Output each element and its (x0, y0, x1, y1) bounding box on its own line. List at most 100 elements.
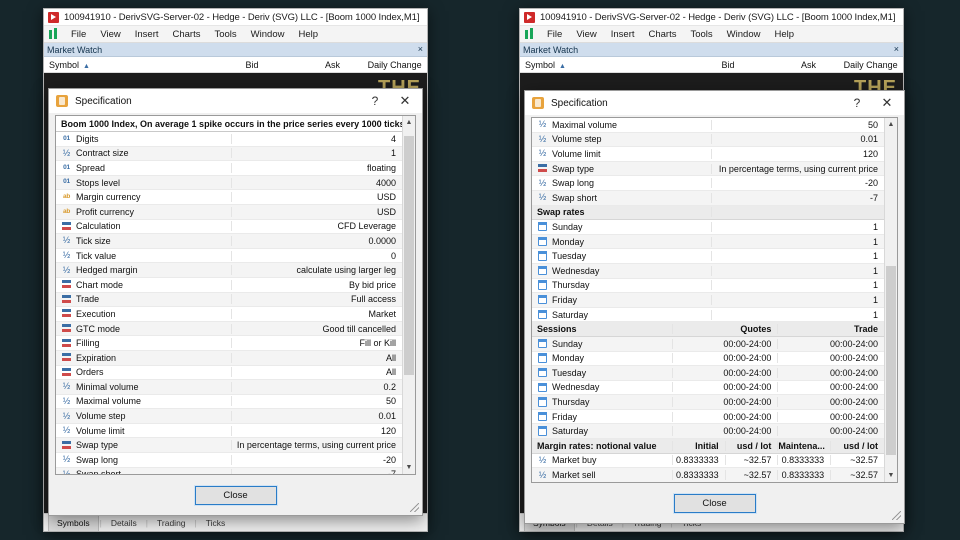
specification-row[interactable]: ½ Volume limit 120 (56, 424, 402, 439)
specification-row[interactable]: Filling Fill or Kill (56, 336, 402, 351)
specification-row[interactable]: Execution Market (56, 307, 402, 322)
property-name: Volume limit (76, 425, 125, 436)
menu-item-view[interactable]: View (569, 28, 603, 41)
specification-row[interactable]: Calculation CFD Leverage (56, 220, 402, 235)
specification-row[interactable]: Monday 1 (532, 234, 884, 250)
resize-grip[interactable] (892, 511, 901, 520)
specification-row[interactable]: ½ Swap long -20 (56, 453, 402, 468)
menu-item-window[interactable]: Window (244, 28, 292, 41)
close-dialog-button[interactable]: Close (672, 492, 757, 514)
specification-row[interactable]: 01 Digits 4 (56, 132, 402, 147)
specification-row[interactable]: ½ Tick value 0 (56, 249, 402, 264)
specification-row[interactable]: GTC mode Good till cancelled (56, 321, 402, 337)
scroll-down-icon[interactable]: ▼ (403, 461, 415, 474)
menu-item-tools[interactable]: Tools (207, 28, 243, 41)
scroll-down-icon[interactable]: ▼ (885, 469, 897, 482)
property-name-cell: Monday (532, 236, 712, 247)
column-header-bid[interactable]: Bid (182, 60, 264, 70)
tab-ticks[interactable]: Ticks (198, 516, 234, 531)
menu-item-view[interactable]: View (93, 28, 127, 41)
specification-row[interactable]: Friday 1 (532, 293, 884, 308)
tab-symbols[interactable]: Symbols (48, 515, 99, 531)
menu-item-insert[interactable]: Insert (128, 28, 166, 41)
column-header-daily-change[interactable]: Daily Change (821, 60, 903, 70)
column-header-symbol[interactable]: Symbol ▲ (44, 60, 182, 70)
menu-item-window[interactable]: Window (720, 28, 768, 41)
section-header-row: Swap rates (532, 205, 884, 221)
specification-row[interactable]: Sunday 1 (532, 220, 884, 235)
tab-details[interactable]: Details (103, 516, 145, 531)
specification-row[interactable]: ½ Market buy 0.8333333 ~32.57 0.8333333 ~32.5… (532, 454, 884, 469)
specification-grid[interactable]: Boom 1000 Index, On average 1 spike occu… (56, 116, 402, 474)
menu-item-file[interactable]: File (64, 28, 93, 41)
section-column-header: usd / lot (726, 440, 779, 451)
specification-row[interactable]: Sunday 00:00-24:00 00:00-24:00 (532, 336, 884, 352)
specification-row[interactable]: Thursday 1 (532, 279, 884, 294)
specification-row[interactable]: Monday 00:00-24:00 00:00-24:00 (532, 352, 884, 367)
menu-item-charts[interactable]: Charts (166, 28, 208, 41)
help-button[interactable]: ? (842, 92, 872, 114)
close-button[interactable]: ✕ (872, 92, 902, 114)
specification-row[interactable]: 01 Spread floating (56, 161, 402, 176)
specification-row[interactable]: ab Margin currency USD (56, 190, 402, 205)
specification-row[interactable]: Saturday 00:00-24:00 00:00-24:00 (532, 424, 884, 440)
specification-row[interactable]: ½ Volume step 0.01 (532, 132, 884, 148)
menu-item-charts[interactable]: Charts (642, 28, 684, 41)
specification-row[interactable]: ½ Swap long -20 (532, 176, 884, 191)
specification-row[interactable]: 01 Stops level 4000 (56, 175, 402, 191)
column-header-ask[interactable]: Ask (739, 60, 821, 70)
column-header-bid[interactable]: Bid (658, 60, 740, 70)
scrollbar-track[interactable] (885, 131, 897, 469)
specification-row[interactable]: Trade Full access (56, 292, 402, 308)
resize-grip[interactable] (410, 503, 419, 512)
property-name-cell: Swap type (532, 163, 712, 174)
specification-row[interactable]: Thursday 00:00-24:00 00:00-24:00 (532, 395, 884, 410)
close-icon[interactable]: × (418, 45, 423, 54)
menu-item-help[interactable]: Help (767, 28, 801, 41)
specification-row[interactable]: Saturday 1 (532, 308, 884, 323)
specification-row[interactable]: ½ Minimal volume 0.2 (56, 380, 402, 395)
scrollbar-thumb[interactable] (886, 266, 896, 456)
specification-row[interactable]: Wednesday 00:00-24:00 00:00-24:00 (532, 381, 884, 396)
specification-row[interactable]: Friday 00:00-24:00 00:00-24:00 (532, 410, 884, 425)
specification-row[interactable]: Expiration All (56, 350, 402, 366)
vertical-scrollbar[interactable]: ▲ ▼ (884, 118, 897, 482)
specification-row[interactable]: ½ Hedged margin calculate using larger leg (56, 263, 402, 278)
scroll-up-icon[interactable]: ▲ (403, 116, 415, 129)
specification-row[interactable]: Wednesday 1 (532, 263, 884, 279)
specification-row[interactable]: ½ Maximal volume 50 (56, 395, 402, 410)
specification-row[interactable]: Chart mode By bid price (56, 278, 402, 293)
menu-item-help[interactable]: Help (291, 28, 325, 41)
specification-row[interactable]: ½ Maximal volume 50 (532, 118, 884, 133)
menu-item-insert[interactable]: Insert (604, 28, 642, 41)
tab-trading[interactable]: Trading (149, 516, 194, 531)
specification-row[interactable]: Orders All (56, 366, 402, 381)
specification-row[interactable]: Tuesday 1 (532, 249, 884, 264)
specification-row[interactable]: ½ Market sell 0.8333333 ~32.57 0.8333333 ~32.… (532, 468, 884, 482)
specification-row[interactable]: ½ Swap short -7 (56, 467, 402, 474)
vertical-scrollbar[interactable]: ▲ ▼ (402, 116, 415, 474)
menu-item-tools[interactable]: Tools (683, 28, 719, 41)
specification-row[interactable]: ½ Swap short -7 (532, 190, 884, 206)
scrollbar-thumb[interactable] (404, 135, 414, 375)
scroll-up-icon[interactable]: ▲ (885, 118, 897, 131)
specification-row[interactable]: Swap type In percentage terms, using curr… (56, 438, 402, 454)
close-dialog-button[interactable]: Close (193, 484, 278, 506)
property-value-cell: 120 (380, 425, 396, 436)
specification-grid[interactable]: ½ Maximal volume 50 ½ Volume step 0.01 ½ Volume… (532, 118, 884, 482)
specification-row[interactable]: ½ Tick size 0.0000 (56, 234, 402, 249)
specification-row[interactable]: ½ Contract size 1 (56, 146, 402, 162)
column-header-daily-change[interactable]: Daily Change (345, 60, 427, 70)
scrollbar-track[interactable] (403, 129, 415, 461)
specification-row[interactable]: Tuesday 00:00-24:00 00:00-24:00 (532, 366, 884, 381)
close-button[interactable]: ✕ (390, 90, 420, 112)
column-header-symbol[interactable]: Symbol ▲ (520, 60, 658, 70)
menu-item-file[interactable]: File (540, 28, 569, 41)
specification-row[interactable]: Swap type In percentage terms, using curr… (532, 161, 884, 177)
column-header-ask[interactable]: Ask (263, 60, 345, 70)
specification-row[interactable]: ½ Volume step 0.01 (56, 409, 402, 424)
specification-row[interactable]: ab Profit currency USD (56, 204, 402, 220)
specification-row[interactable]: ½ Volume limit 120 (532, 147, 884, 162)
close-icon[interactable]: × (894, 45, 899, 54)
help-button[interactable]: ? (360, 90, 390, 112)
